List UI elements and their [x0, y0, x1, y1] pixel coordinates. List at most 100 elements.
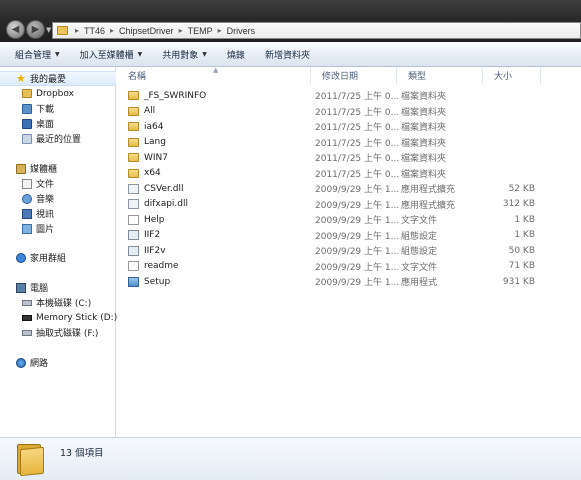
nav-homegroup[interactable]: 家用群組	[0, 250, 116, 265]
forward-button[interactable]: ▶	[26, 20, 45, 39]
file-row[interactable]: Setup 2009/9/29 上午 1... 應用程式 931 KB	[117, 274, 581, 290]
file-type: 應用程式	[401, 278, 438, 289]
nav-item-recent-places[interactable]: 最近的位置	[0, 131, 116, 146]
item-count: 13 個項目	[60, 448, 104, 459]
file-name: Setup	[144, 276, 171, 287]
file-row[interactable]: IIF2 2009/9/29 上午 1... 組態設定 1 KB	[117, 228, 581, 244]
folder-icon	[128, 122, 139, 132]
nav-favorites[interactable]: ★ 我的最愛	[0, 71, 116, 86]
file-date: 2011/7/25 上午 0...	[315, 169, 400, 180]
file-type: 組態設定	[401, 231, 438, 242]
file-type: 應用程式擴充	[401, 200, 456, 211]
nav-item-dropbox[interactable]: Dropbox	[0, 86, 116, 101]
computer-icon	[16, 282, 26, 293]
file-size	[487, 150, 535, 166]
include-in-library-button[interactable]: 加入至媒體櫃 ▼	[74, 42, 149, 66]
file-row[interactable]: readme 2009/9/29 上午 1... 文字文件 71 KB	[117, 259, 581, 275]
file-date: 2011/7/25 上午 0...	[315, 123, 400, 134]
column-header-type-label: 類型	[408, 72, 427, 82]
column-header-date[interactable]: 修改日期	[311, 67, 397, 84]
dll-file-icon	[128, 183, 139, 194]
burn-button[interactable]: 燒錄	[221, 42, 251, 66]
nav-item-label: Memory Stick (D:)	[36, 312, 118, 323]
breadcrumb-tt46[interactable]: TT46	[82, 26, 107, 36]
navigation-pane: ★ 我的最愛 Dropbox 下載 桌面 最近的位置 媒體櫃 文件 音樂 視訊 …	[0, 67, 118, 437]
file-type: 檔案資料夾	[401, 92, 447, 103]
file-row[interactable]: IIF2v 2009/9/29 上午 1... 組態設定 50 KB	[117, 243, 581, 259]
nav-item-label: 文件	[36, 180, 55, 190]
desktop-icon	[22, 118, 32, 129]
nav-item-pictures[interactable]: 圖片	[0, 221, 116, 236]
config-file-icon	[128, 230, 139, 241]
breadcrumb-separator[interactable]: ▸	[215, 26, 225, 35]
share-with-label: 共用對象	[162, 50, 199, 61]
nav-item-memory-stick-d[interactable]: Memory Stick (D:)	[0, 310, 118, 325]
nav-item-videos[interactable]: 視訊	[0, 206, 116, 221]
new-folder-button[interactable]: 新增資料夾	[259, 42, 316, 66]
breadcrumb-temp[interactable]: TEMP	[186, 26, 215, 36]
file-size	[487, 88, 535, 104]
forward-arrow-icon: ▶	[31, 24, 40, 35]
file-name: _FS_SWRINFO	[144, 90, 207, 101]
file-row[interactable]: difxapi.dll 2009/9/29 上午 1... 應用程式擴充 312 KB	[117, 197, 581, 213]
folder-icon	[128, 168, 139, 178]
folder-icon	[17, 442, 44, 477]
nav-item-documents[interactable]: 文件	[0, 176, 116, 191]
file-size: 71 KB	[508, 261, 535, 272]
nav-libraries[interactable]: 媒體櫃	[0, 161, 116, 176]
file-name-cell: _FS_SWRINFO	[128, 88, 313, 104]
column-header-date-label: 修改日期	[322, 72, 359, 82]
file-row[interactable]: x64 2011/7/25 上午 0... 檔案資料夾	[117, 166, 581, 182]
file-name-cell: Setup	[128, 274, 313, 290]
nav-item-desktop[interactable]: 桌面	[0, 116, 116, 131]
file-name: Lang	[144, 137, 166, 148]
recent-pages-dropdown[interactable]: ▼	[46, 26, 51, 34]
breadcrumb-separator[interactable]: ▸	[176, 26, 186, 35]
share-with-button[interactable]: 共用對象 ▼	[156, 42, 213, 66]
folder-icon	[128, 106, 139, 116]
file-date: 2009/9/29 上午 1...	[315, 216, 400, 227]
file-type: 檔案資料夾	[401, 154, 447, 165]
nav-computer[interactable]: 電腦	[0, 280, 116, 295]
nav-item-label: 圖片	[36, 225, 55, 235]
column-header-size[interactable]: 大小	[483, 67, 541, 84]
breadcrumb-chipsetdriver[interactable]: ChipsetDriver	[117, 26, 176, 36]
nav-network[interactable]: 網路	[0, 355, 116, 370]
breadcrumb-separator[interactable]: ▸	[72, 26, 82, 35]
breadcrumb-separator[interactable]: ▸	[107, 26, 117, 35]
nav-item-local-disk-c[interactable]: 本機磁碟 (C:)	[0, 295, 116, 310]
back-arrow-icon: ◀	[11, 24, 20, 35]
nav-item-music[interactable]: 音樂	[0, 191, 116, 206]
command-bar: 組合管理 ▼ 加入至媒體櫃 ▼ 共用對象 ▼ 燒錄 新增資料夾	[0, 42, 581, 67]
music-icon	[22, 193, 32, 204]
file-date: 2009/9/29 上午 1...	[315, 231, 400, 242]
back-button[interactable]: ◀	[6, 20, 25, 39]
file-date: 2009/9/29 上午 1...	[315, 262, 400, 273]
file-name: WIN7	[144, 152, 169, 163]
file-row[interactable]: WIN7 2011/7/25 上午 0... 檔案資料夾	[117, 150, 581, 166]
network-icon	[16, 357, 26, 368]
file-row[interactable]: Help 2009/9/29 上午 1... 文字文件 1 KB	[117, 212, 581, 228]
file-date: 2011/7/25 上午 0...	[315, 138, 400, 149]
breadcrumb-drivers[interactable]: Drivers	[225, 26, 258, 36]
file-name-cell: IIF2v	[128, 243, 313, 259]
nav-network-label: 網路	[30, 359, 49, 369]
nav-item-downloads[interactable]: 下載	[0, 101, 116, 116]
file-name: IIF2v	[144, 245, 166, 256]
nav-favorites-label: 我的最愛	[30, 75, 67, 85]
nav-item-label: 下載	[36, 105, 55, 115]
file-row[interactable]: ia64 2011/7/25 上午 0... 檔案資料夾	[117, 119, 581, 135]
file-row[interactable]: CSVer.dll 2009/9/29 上午 1... 應用程式擴充 52 KB	[117, 181, 581, 197]
file-row[interactable]: _FS_SWRINFO 2011/7/25 上午 0... 檔案資料夾	[117, 88, 581, 104]
organize-button[interactable]: 組合管理 ▼	[9, 42, 66, 66]
address-bar[interactable]: ▸ TT46 ▸ ChipsetDriver ▸ TEMP ▸ Drivers	[52, 22, 581, 39]
file-type: 應用程式擴充	[401, 185, 456, 196]
column-header-type[interactable]: 類型	[397, 67, 483, 84]
nav-item-removable-disk-f[interactable]: 抽取式磁碟 (F:)	[0, 325, 116, 340]
file-size: 1 KB	[514, 214, 535, 225]
file-row[interactable]: Lang 2011/7/25 上午 0... 檔案資料夾	[117, 135, 581, 151]
star-icon: ★	[16, 71, 26, 85]
file-name-cell: CSVer.dll	[128, 181, 313, 197]
file-row[interactable]: All 2011/7/25 上午 0... 檔案資料夾	[117, 104, 581, 120]
pictures-icon	[22, 223, 32, 234]
